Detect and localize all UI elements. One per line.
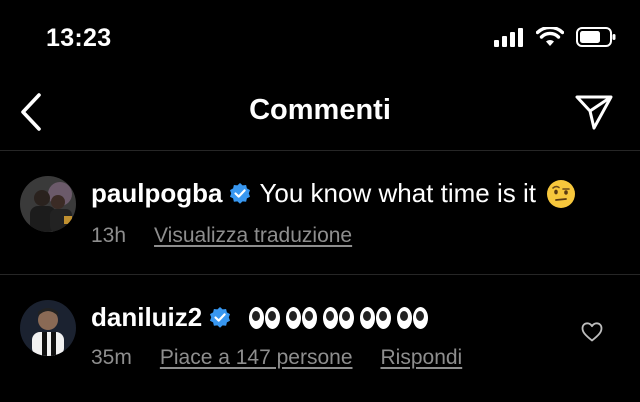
raised-eyebrow-emoji-icon bbox=[546, 179, 575, 208]
eyes-emoji-group bbox=[249, 306, 432, 329]
eyes-emoji-icon bbox=[360, 306, 392, 329]
eyes-emoji-icon bbox=[323, 306, 355, 329]
verified-badge-icon bbox=[230, 182, 251, 204]
divider bbox=[0, 274, 640, 275]
eyes-emoji-icon bbox=[286, 306, 318, 329]
avatar[interactable] bbox=[20, 300, 76, 356]
wifi-icon bbox=[536, 27, 564, 46]
username[interactable]: paulpogba bbox=[91, 178, 222, 209]
page-title: Commenti bbox=[249, 94, 391, 126]
avatar-image bbox=[20, 176, 76, 232]
comment-meta: 13h Visualizza traduzione bbox=[91, 224, 380, 248]
comment-text: You know what time is it bbox=[259, 178, 536, 208]
comment-meta: 35m Piace a 147 persone Rispondi bbox=[91, 346, 490, 370]
comment-line: paulpogba You know what time is it bbox=[91, 178, 576, 209]
verified-badge-icon bbox=[210, 306, 231, 328]
status-bar: 13:23 bbox=[0, 0, 640, 80]
signal-icon bbox=[494, 28, 523, 47]
avatar[interactable] bbox=[20, 176, 76, 232]
likes-link[interactable]: Piace a 147 persone bbox=[160, 346, 353, 370]
heart-icon[interactable] bbox=[580, 320, 604, 344]
send-button[interactable] bbox=[574, 92, 614, 132]
eyes-emoji-icon bbox=[397, 306, 429, 329]
comment-time: 35m bbox=[91, 346, 132, 369]
username[interactable]: daniluiz2 bbox=[91, 302, 202, 333]
battery-icon bbox=[576, 27, 616, 47]
translate-link[interactable]: Visualizza traduzione bbox=[154, 224, 352, 248]
eyes-emoji-icon bbox=[249, 306, 281, 329]
divider bbox=[0, 150, 640, 151]
comment-time: 13h bbox=[91, 224, 127, 247]
paper-plane-icon bbox=[575, 95, 613, 130]
comment-line: daniluiz2 bbox=[91, 302, 432, 333]
status-icons bbox=[494, 27, 616, 47]
reply-link[interactable]: Rispondi bbox=[381, 346, 463, 370]
caption-comment: paulpogba You know what time is it 13h V… bbox=[0, 152, 640, 272]
comment-item: daniluiz2 35m Piace a 147 persone Rispon… bbox=[0, 276, 640, 402]
nav-bar: Commenti bbox=[0, 82, 640, 144]
status-time: 13:23 bbox=[46, 24, 112, 52]
avatar-image bbox=[20, 300, 76, 356]
